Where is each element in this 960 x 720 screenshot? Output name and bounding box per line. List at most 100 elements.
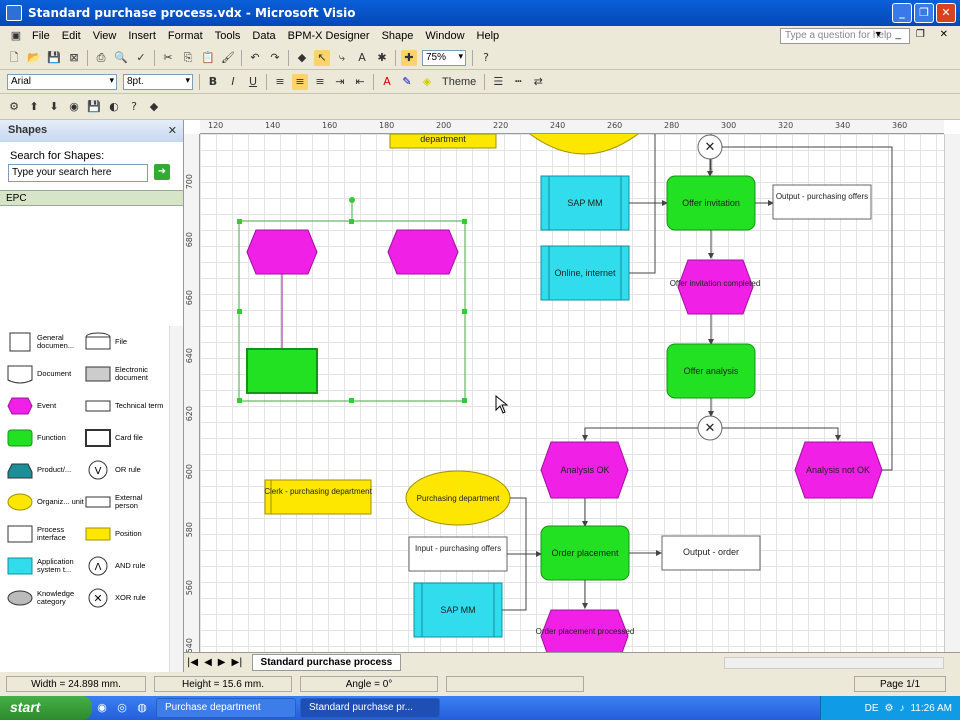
language-indicator[interactable]: DE — [865, 703, 879, 714]
menu-data[interactable]: Data — [246, 30, 281, 42]
stencil-epc-tab[interactable]: EPC — [0, 190, 183, 206]
prev-page-icon[interactable]: ◀ — [201, 657, 215, 668]
bold-icon[interactable]: B — [205, 74, 221, 90]
bpmx-help-icon[interactable]: ? — [126, 99, 142, 115]
connector-tool-icon[interactable]: ⤷ — [334, 50, 350, 66]
italic-icon[interactable]: I — [225, 74, 241, 90]
output-purchasing-offers[interactable] — [772, 184, 872, 220]
bpmx-tool-8-icon[interactable]: ◆ — [146, 99, 162, 115]
page-tab[interactable]: Standard purchase process — [251, 654, 402, 671]
menu-shape[interactable]: Shape — [376, 30, 420, 42]
line-color-icon[interactable]: ✎ — [399, 74, 415, 90]
quicklaunch-icon-3[interactable]: ◍ — [134, 700, 150, 716]
selected-function[interactable] — [246, 348, 318, 394]
stencil-shape-card-file[interactable]: Card file — [84, 422, 164, 454]
font-size-select[interactable]: 8pt. — [123, 73, 193, 90]
stencil-shape-event[interactable]: Event — [6, 390, 86, 422]
print-preview-icon[interactable]: 🔍 — [113, 50, 129, 66]
organization-unit-top[interactable] — [529, 134, 639, 155]
stencil-shape-file[interactable]: File — [84, 326, 164, 358]
stencil-shape-general-documen[interactable]: General documen... — [6, 326, 86, 358]
task-visio[interactable]: Standard purchase pr... — [300, 698, 440, 718]
save-icon[interactable]: 💾 — [46, 50, 62, 66]
selected-event-1[interactable] — [246, 229, 318, 275]
bpmx-tool-6-icon[interactable]: ◐ — [106, 99, 122, 115]
menu-help[interactable]: Help — [471, 30, 506, 42]
quicklaunch-icon-2[interactable]: ◎ — [114, 700, 130, 716]
doc-icon[interactable]: ▣ — [8, 28, 24, 44]
stencil-shape-knowledge-category[interactable]: Knowledge category — [6, 582, 86, 614]
font-select[interactable]: Arial — [7, 73, 117, 90]
format-painter-icon[interactable]: 🖌 — [220, 50, 236, 66]
stencil-shape-or-rule[interactable]: V OR rule — [84, 454, 164, 486]
close-shapes-icon[interactable]: ✕ — [168, 124, 177, 137]
network-icon[interactable]: ⚙ — [885, 703, 894, 714]
bpmx-tool-1-icon[interactable]: ⚙ — [6, 99, 22, 115]
stamp-icon[interactable]: ✱ — [374, 50, 390, 66]
bpmx-tool-2-icon[interactable]: ⬆ — [26, 99, 42, 115]
cut-icon[interactable]: ✂ — [160, 50, 176, 66]
menu-format[interactable]: Format — [162, 30, 209, 42]
menu-file[interactable]: File — [26, 30, 56, 42]
next-page-icon[interactable]: ▶ — [215, 657, 229, 668]
search-shapes-input[interactable]: Type your search here — [8, 164, 148, 182]
new-icon[interactable]: 🗋 — [6, 50, 22, 66]
minimize-button[interactable]: _ — [892, 3, 912, 23]
undo-icon[interactable]: ↶ — [247, 50, 263, 66]
vertical-scrollbar[interactable] — [944, 134, 960, 658]
spelling-icon[interactable]: ✓ — [133, 50, 149, 66]
theme-button[interactable]: Theme — [439, 74, 479, 90]
line-ends-icon[interactable]: ⇄ — [530, 74, 546, 90]
paste-icon[interactable]: 📋 — [200, 50, 216, 66]
start-button[interactable]: start — [0, 696, 92, 720]
copy-icon[interactable]: ⎘ — [180, 50, 196, 66]
stencil-shape-process-interface[interactable]: Process interface — [6, 518, 86, 550]
clerk-position[interactable] — [264, 479, 372, 515]
horizontal-scrollbar[interactable] — [724, 657, 944, 669]
bpmx-save-icon[interactable]: 💾 — [86, 99, 102, 115]
line-weight-icon[interactable]: ☰ — [490, 74, 506, 90]
stencil-shape-organiz-unit[interactable]: Organiz... unit — [6, 486, 86, 518]
menu-edit[interactable]: Edit — [56, 30, 87, 42]
input-purchasing-offers[interactable] — [408, 536, 508, 572]
stencil-shape-application-system-t[interactable]: Application system t... — [6, 550, 86, 582]
rotation-handle[interactable] — [349, 197, 355, 203]
outdent-icon[interactable]: ⇤ — [352, 74, 368, 90]
redo-icon[interactable]: ↷ — [267, 50, 283, 66]
menu-bpmx[interactable]: BPM-X Designer — [282, 30, 376, 42]
stencil-shape-position[interactable]: Position — [84, 518, 164, 550]
pointer-tool-icon[interactable]: ↖ — [314, 49, 330, 66]
permission-icon[interactable]: ⊠ — [66, 50, 82, 66]
quicklaunch-icon-1[interactable]: ◉ — [94, 700, 110, 716]
zoom-select[interactable]: 75% — [422, 49, 466, 66]
font-color-icon[interactable]: A — [379, 74, 395, 90]
selected-event-2[interactable] — [387, 229, 459, 275]
doc-window-controls[interactable]: ▾ _ ❐ ✕ — [876, 29, 954, 40]
stencil-shape-xor-rule[interactable]: ✕ XOR rule — [84, 582, 164, 614]
print-icon[interactable]: ⎙ — [93, 50, 109, 66]
align-right-icon[interactable]: ≡ — [312, 74, 328, 90]
pan-zoom-icon[interactable]: ✚ — [401, 49, 417, 66]
text-tool-icon[interactable]: A — [354, 50, 370, 66]
last-page-icon[interactable]: ▶| — [228, 657, 245, 668]
bpmx-tool-4-icon[interactable]: ◉ — [66, 99, 82, 115]
stencil-shape-electronic-document[interactable]: Electronic document — [84, 358, 164, 390]
stencil-shape-product[interactable]: Product/... — [6, 454, 86, 486]
stencil-shape-technical-term[interactable]: Technical term — [84, 390, 164, 422]
underline-icon[interactable]: U — [245, 74, 261, 90]
menu-tools[interactable]: Tools — [209, 30, 247, 42]
shapes-icon[interactable]: ◆ — [294, 50, 310, 66]
fill-color-icon[interactable]: ◈ — [419, 74, 435, 90]
restore-button[interactable]: ❐ — [914, 3, 934, 23]
drawing-page[interactable]: department ✕ SAP MM Online, internet Off… — [200, 134, 944, 658]
volume-icon[interactable]: ♪ — [899, 703, 904, 714]
line-pattern-icon[interactable]: ┅ — [510, 74, 526, 90]
bpmx-tool-3-icon[interactable]: ⬇ — [46, 99, 62, 115]
stencil-shape-document[interactable]: Document — [6, 358, 86, 390]
help-icon[interactable]: ? — [478, 50, 494, 66]
task-purchase-department[interactable]: Purchase department — [156, 698, 296, 718]
open-icon[interactable]: 📂 — [26, 50, 42, 66]
close-button[interactable]: ✕ — [936, 3, 956, 23]
align-center-icon[interactable]: ≡ — [292, 73, 308, 90]
shapes-scrollbar[interactable] — [169, 326, 183, 672]
